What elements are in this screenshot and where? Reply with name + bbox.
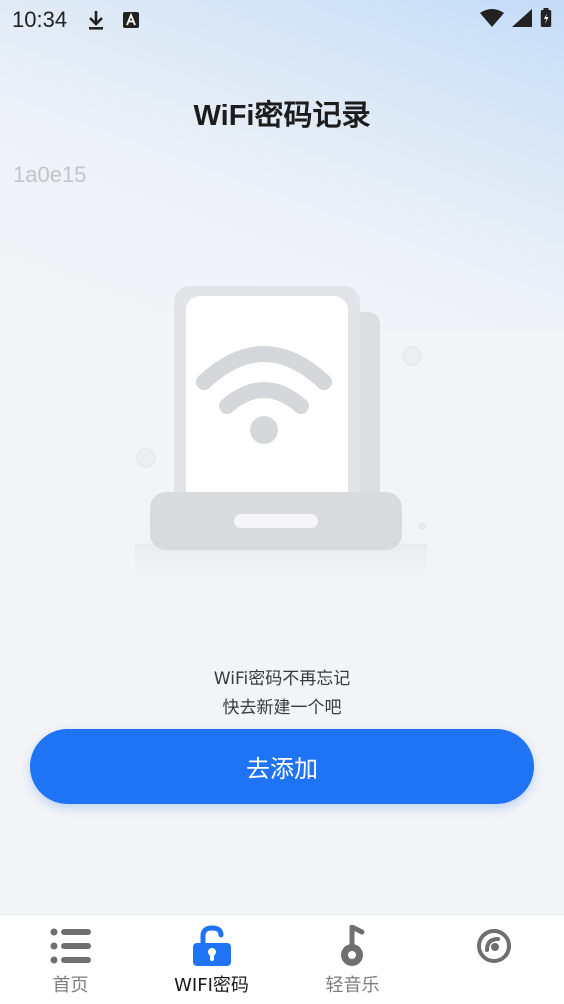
list-icon xyxy=(50,925,92,967)
page-title: WiFi密码记录 xyxy=(193,100,371,132)
nav-item-wifi-password[interactable]: WIFI密码 xyxy=(141,915,282,1004)
add-button-label: 去添加 xyxy=(246,755,318,783)
nav-label-wifi-password: WIFI密码 xyxy=(174,975,249,996)
signal-icon xyxy=(512,9,532,31)
overlay-code: 1a0e15 xyxy=(13,162,87,187)
battery-icon xyxy=(540,8,552,32)
nav-label-home: 首页 xyxy=(52,975,89,996)
nav-item-home[interactable]: 首页 xyxy=(0,915,141,1004)
empty-state-line-1: WiFi密码不再忘记 xyxy=(213,669,351,689)
wifi-icon xyxy=(480,9,504,31)
status-time: 10:34 xyxy=(12,7,68,32)
download-icon xyxy=(87,9,105,31)
nav-item-light-music[interactable]: 轻音乐 xyxy=(282,915,423,1004)
disc-icon xyxy=(476,925,512,967)
wifi-router-illustration xyxy=(130,282,430,592)
bottom-nav: 首页 WIFI密码 轻音乐 xyxy=(0,914,564,1004)
add-button[interactable]: 去添加 xyxy=(30,729,534,804)
empty-state-line-2: 快去新建一个吧 xyxy=(222,698,342,718)
status-bar: 10:34 xyxy=(0,0,564,40)
font-badge-icon xyxy=(123,12,140,28)
nav-item-disc[interactable] xyxy=(423,915,564,1004)
unlock-icon xyxy=(191,925,233,967)
music-note-icon xyxy=(338,925,368,967)
nav-label-light-music: 轻音乐 xyxy=(325,975,380,996)
